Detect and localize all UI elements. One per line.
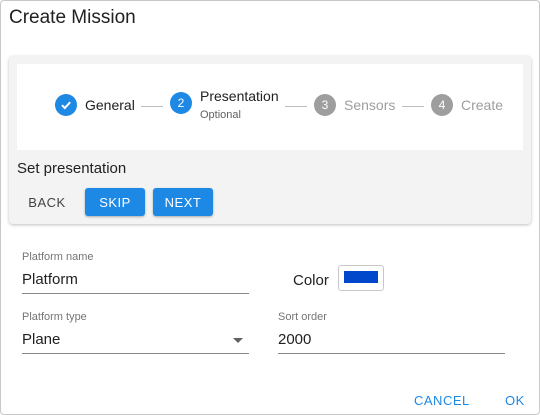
step-sensors[interactable]: 3 Sensors — [314, 94, 395, 116]
step-connector — [402, 106, 424, 107]
back-button[interactable]: BACK — [17, 188, 77, 216]
platform-name-label: Platform name — [22, 251, 94, 263]
color-picker-button[interactable] — [338, 265, 384, 291]
step-general-label: General — [85, 97, 135, 113]
platform-type-label: Platform type — [22, 311, 87, 323]
platform-type-underline — [22, 353, 249, 354]
step-presentation-optional: Optional — [200, 109, 241, 121]
color-label: Color — [293, 272, 329, 289]
step-general[interactable]: General — [55, 94, 135, 116]
dropdown-arrow-icon[interactable] — [233, 338, 243, 343]
next-button[interactable]: NEXT — [153, 188, 213, 216]
step-presentation-label: Presentation — [200, 88, 279, 104]
step-number-3: 3 — [314, 94, 336, 116]
platform-type-select[interactable]: Plane — [22, 331, 60, 348]
step-presentation[interactable]: 2 Presentation Optional — [170, 88, 279, 121]
create-mission-dialog: Create Mission General 2 Presentation Op… — [0, 0, 540, 415]
stepper-header: General 2 Presentation Optional 3 Sensor… — [17, 64, 523, 150]
step-number-4: 4 — [431, 94, 453, 116]
cancel-button[interactable]: CANCEL — [414, 393, 470, 408]
platform-name-input[interactable]: Platform — [22, 271, 78, 288]
platform-name-underline — [22, 293, 249, 294]
color-swatch — [344, 271, 378, 283]
step-create[interactable]: 4 Create — [431, 94, 503, 116]
step-connector — [141, 106, 163, 107]
sort-order-input[interactable]: 2000 — [278, 331, 311, 348]
step-connector — [285, 106, 307, 107]
dialog-title: Create Mission — [9, 7, 136, 28]
step-number-2: 2 — [170, 91, 192, 114]
stepper-card: General 2 Presentation Optional 3 Sensor… — [9, 56, 531, 224]
skip-button[interactable]: SKIP — [85, 188, 145, 216]
check-icon — [55, 94, 77, 116]
step-sensors-label: Sensors — [344, 97, 396, 113]
step-create-label: Create — [461, 97, 504, 113]
ok-button[interactable]: OK — [505, 393, 525, 408]
sort-order-label: Sort order — [278, 311, 327, 323]
sort-order-underline — [278, 353, 505, 354]
step-content-label: Set presentation — [17, 160, 127, 177]
